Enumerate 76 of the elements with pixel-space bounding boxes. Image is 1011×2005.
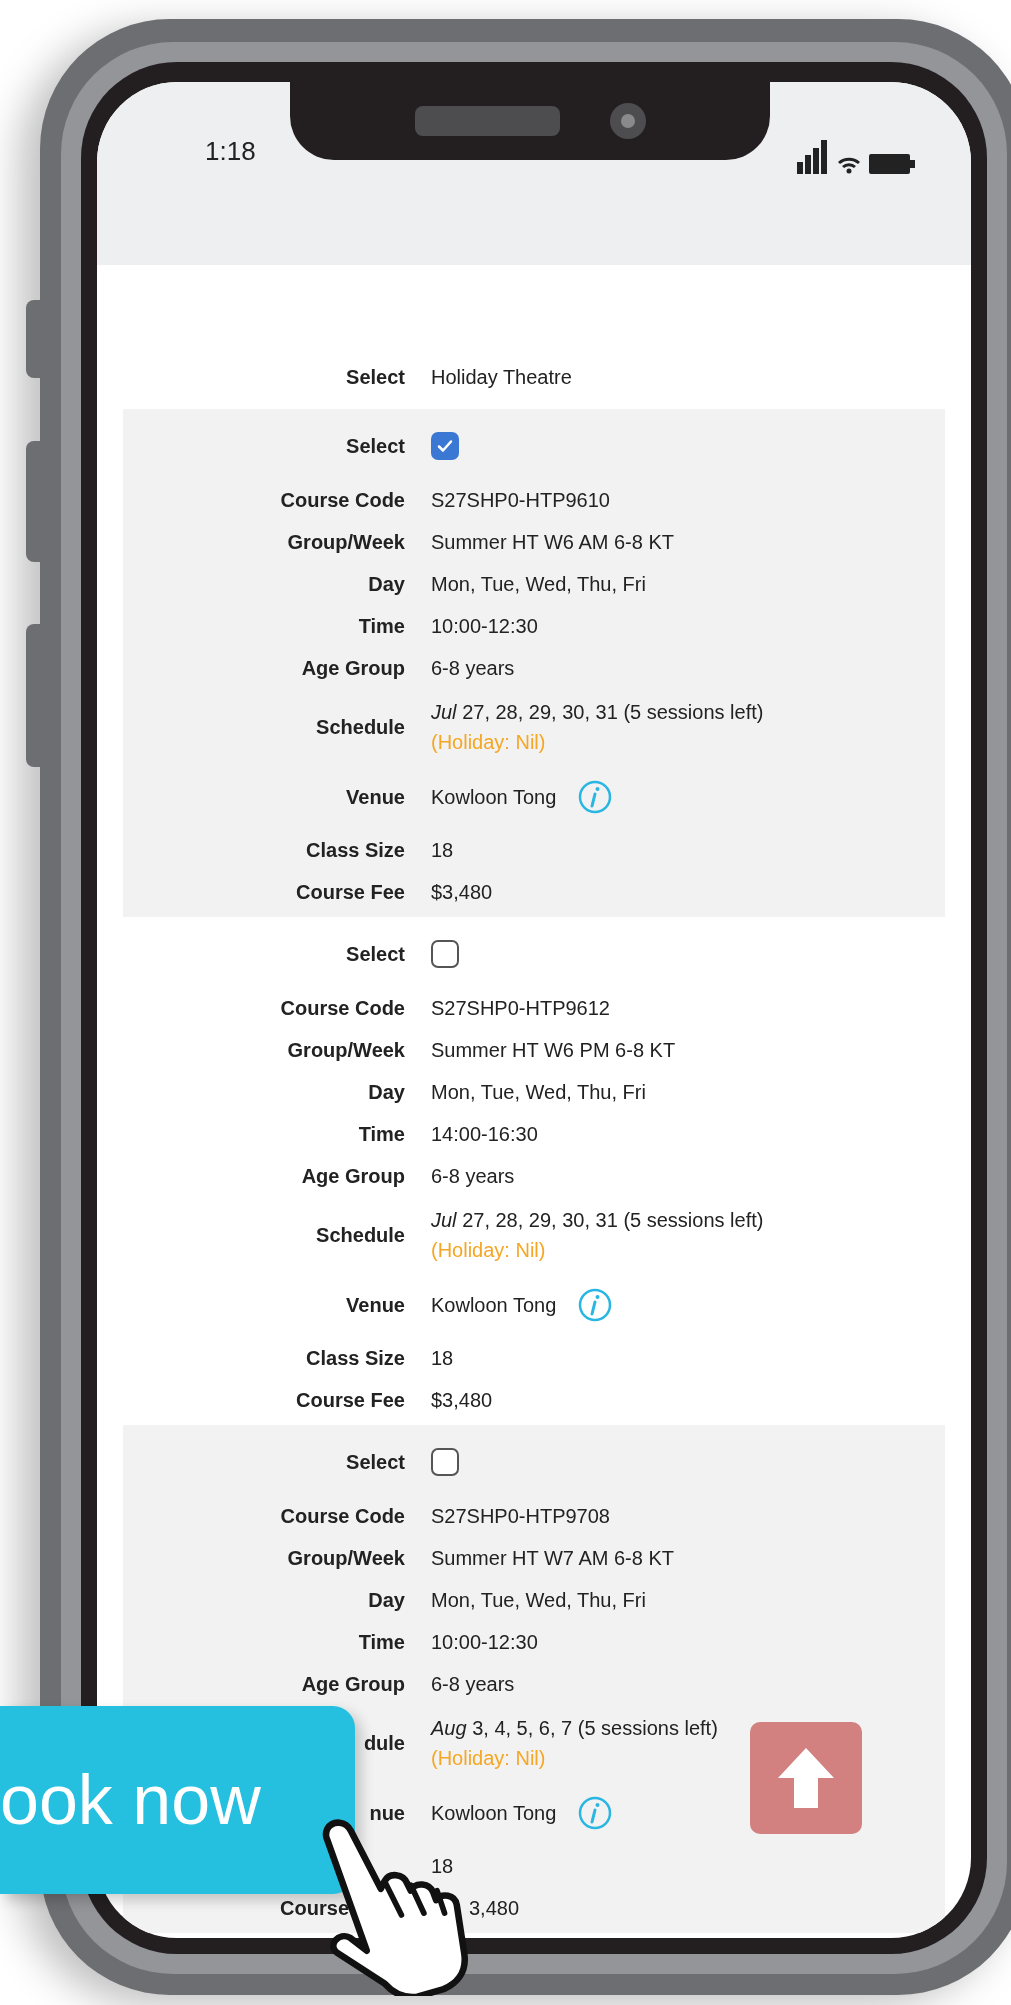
field-label: Schedule	[316, 1223, 405, 1248]
checkbox[interactable]	[431, 1448, 459, 1476]
field-label: Venue	[346, 785, 405, 810]
field-value: S27SHP0-HTP9612	[431, 996, 610, 1021]
checkbox[interactable]	[431, 940, 459, 968]
status-time: 1:18	[205, 135, 256, 168]
field-value: 14:00-16:30	[431, 1122, 538, 1147]
field-value: $3,480	[431, 1388, 493, 1413]
field-label: Course Code	[280, 488, 405, 513]
field-label: dule	[363, 1731, 405, 1756]
info-icon[interactable]	[578, 780, 613, 814]
field-label: Select	[346, 1450, 405, 1475]
field-value: Holiday Theatre	[431, 365, 572, 390]
checkbox[interactable]	[431, 432, 459, 460]
field-value: Mon, Tue, Wed, Thu, Fri	[431, 1588, 646, 1613]
field-label: Venue	[346, 1293, 405, 1318]
field-label: Day	[368, 572, 405, 597]
book-now-button[interactable]: ook now	[0, 1706, 355, 1894]
field-label: Select	[346, 365, 405, 390]
field-label: Group/Week	[287, 1038, 405, 1063]
field-label: Course Code	[280, 996, 405, 1021]
info-icon[interactable]	[578, 1796, 613, 1830]
field-label: Time	[358, 1122, 405, 1147]
info-icon[interactable]	[578, 1288, 613, 1322]
field-label: Group/Week	[287, 530, 405, 555]
scroll-top-button[interactable]	[750, 1722, 862, 1834]
holiday-note: (Holiday: Nil)	[431, 1238, 547, 1263]
holiday-note: (Holiday: Nil)	[431, 1746, 547, 1771]
field-value: 18	[431, 1854, 454, 1879]
field-value: Mon, Tue, Wed, Thu, Fri	[431, 1080, 646, 1105]
field-label: Age Group	[301, 1672, 405, 1697]
field-value: Jul 27, 28, 29, 30, 31 (5 sessions left)	[431, 700, 764, 725]
field-label: Schedule	[316, 715, 405, 740]
field-value: 10:00-12:30	[431, 614, 538, 639]
field-value: Summer HT W6 AM 6-8 KT	[431, 530, 674, 555]
field-label: Group/Week	[287, 1546, 405, 1571]
field-label: Time	[358, 614, 405, 639]
field-label: Day	[368, 1080, 405, 1105]
field-label: Age Group	[301, 656, 405, 681]
signal-icon	[797, 140, 829, 174]
field-value: Summer HT W7 AM 6-8 KT	[431, 1546, 674, 1571]
battery-icon	[869, 154, 915, 174]
field-value: Kowloon Tong	[431, 1801, 557, 1826]
field-value: $3,480	[431, 880, 493, 905]
field-value: S27SHP0-HTP9610	[431, 488, 610, 513]
field-value: Jul 27, 28, 29, 30, 31 (5 sessions left)	[431, 1208, 764, 1233]
field-label: nue	[369, 1801, 405, 1826]
up-arrow-icon	[776, 1746, 836, 1810]
field-value: Kowloon Tong	[431, 785, 557, 810]
camera-icon	[609, 103, 646, 139]
field-label: Select	[346, 434, 405, 459]
field-value: 6-8 years	[431, 1164, 515, 1189]
field-value: 6-8 years	[431, 1672, 515, 1697]
field-value: 3,480	[468, 1896, 520, 1921]
field-value: Mon, Tue, Wed, Thu, Fri	[431, 572, 646, 597]
field-value: 10:00-12:30	[431, 1630, 538, 1655]
field-value: 6-8 years	[431, 656, 515, 681]
field-label: Select	[346, 942, 405, 967]
field-value: S27SHP0-HTP9708	[431, 1504, 610, 1529]
field-label: Course Fee	[296, 880, 405, 905]
field-value: 18	[431, 838, 454, 863]
field-label: Class Size	[306, 1346, 405, 1371]
wifi-icon	[837, 156, 861, 174]
field-label: Age Group	[301, 1164, 405, 1189]
field-value: Kowloon Tong	[431, 1293, 557, 1318]
holiday-note: (Holiday: Nil)	[431, 730, 547, 755]
field-value: 18	[431, 1346, 454, 1371]
field-label: Day	[368, 1588, 405, 1613]
field-value: Summer HT W6 PM 6-8 KT	[431, 1038, 676, 1063]
field-label: Course	[280, 1896, 349, 1921]
field-value: Aug 3, 4, 5, 6, 7 (5 sessions left)	[431, 1716, 718, 1741]
field-label: Time	[358, 1630, 405, 1655]
field-label: Course Code	[280, 1504, 405, 1529]
field-label: Course Fee	[296, 1388, 405, 1413]
check-icon	[436, 437, 454, 455]
field-label: Class Size	[306, 838, 405, 863]
